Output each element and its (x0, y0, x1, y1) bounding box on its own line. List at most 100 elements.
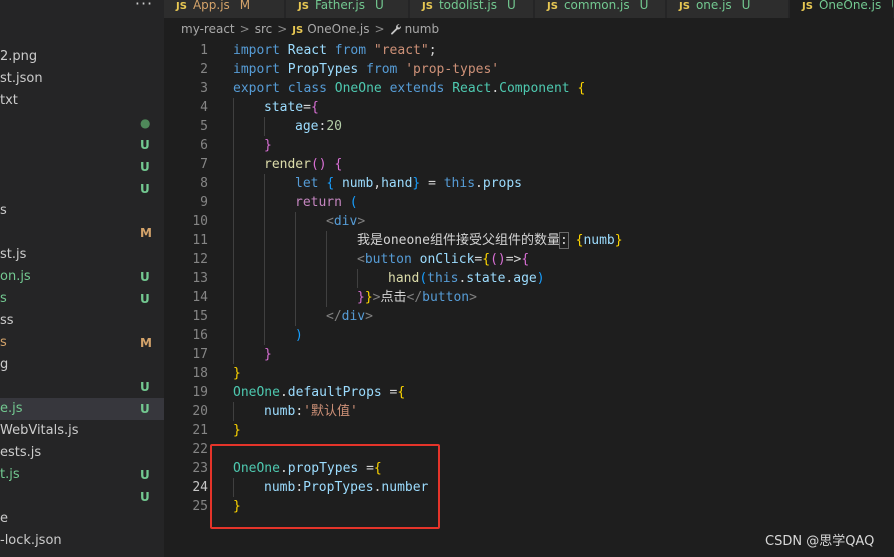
code-line[interactable]: 6} (164, 136, 894, 155)
code-token: ) (295, 328, 303, 343)
file-name: s (0, 335, 7, 350)
explorer-file-item[interactable]: U (0, 486, 164, 508)
line-number: 1 (200, 43, 208, 58)
explorer-file-item[interactable]: sU (0, 288, 164, 310)
explorer-file-item[interactable]: WebVitals.js (0, 420, 164, 442)
code-token: } (233, 366, 241, 381)
file-name: st.json (0, 71, 43, 86)
explorer-file-item[interactable]: ests.js (0, 442, 164, 464)
explorer-file-item[interactable]: st.js (0, 244, 164, 266)
explorer-file-item[interactable]: on.js U (0, 266, 164, 288)
code-line[interactable]: 8 let { numb,hand} = this.props (164, 174, 894, 193)
git-status-badge: U (140, 182, 150, 196)
git-status-badge: U (140, 402, 150, 416)
annotation-highlight-box (210, 444, 440, 529)
indent-guide (295, 212, 296, 231)
code-line[interactable]: 9 return ( (164, 193, 894, 212)
code-line[interactable]: 14}}>点击</button> (164, 288, 894, 307)
indent-guide (264, 174, 265, 193)
code-line[interactable]: 12 <button onClick={()=>{ (164, 250, 894, 269)
explorer-file-item[interactable]: s (0, 200, 164, 222)
code-token: div (341, 309, 366, 324)
explorer-file-item[interactable]: txt (0, 90, 164, 112)
tab-label: OneOne.js (818, 0, 882, 12)
code-line[interactable]: 19 OneOne.defaultProps ={ (164, 383, 894, 402)
explorer-file-item[interactable]: sM (0, 332, 164, 354)
explorer-file-item[interactable]: U (0, 156, 164, 178)
line-number: 24 (192, 480, 208, 495)
code-line[interactable]: 10 <div> (164, 212, 894, 231)
code-text: numb:'默认值' (264, 402, 358, 421)
explorer-file-item[interactable]: U (0, 376, 164, 398)
breadcrumb-symbol[interactable]: numb (405, 22, 440, 36)
breadcrumb-file[interactable]: OneOne.js (307, 22, 369, 36)
code-token: { (334, 157, 343, 172)
code-token: numb (583, 233, 615, 248)
explorer-file-item[interactable]: st.json (0, 68, 164, 90)
explorer-file-item[interactable]: -lock.json (0, 530, 164, 552)
explorer-file-item[interactable]: M (0, 222, 164, 244)
explorer-file-item[interactable]: ss (0, 310, 164, 332)
explorer-file-item[interactable]: e.js U (0, 398, 164, 420)
git-status-badge: U (140, 380, 150, 394)
tab-oneone-js[interactable]: JSOneOne.jsU (790, 0, 894, 18)
indent-guide (233, 250, 234, 269)
code-token: age (295, 119, 319, 134)
explorer-file-item[interactable]: 2.png (0, 46, 164, 68)
breadcrumb-folder[interactable]: src (255, 22, 273, 36)
code-line[interactable]: 11 我是oneone组件接受父组件的数量: {numb} (164, 231, 894, 250)
line-number: 18 (192, 366, 208, 381)
code-line[interactable]: 16) (164, 326, 894, 345)
code-line[interactable]: 13 hand(this.state.age) (164, 269, 894, 288)
js-file-icon: JS (292, 25, 304, 36)
tab-father-js[interactable]: JS Father.js U (286, 0, 409, 18)
tab-todolist-js[interactable]: JS todolist.js U (410, 0, 534, 18)
code-line[interactable]: 5 age:20 (164, 117, 894, 136)
file-name: e.js (0, 401, 23, 416)
wrench-icon (390, 24, 401, 35)
code-line[interactable]: 17} (164, 345, 894, 364)
indent-guide (264, 193, 265, 212)
indent-guide (295, 307, 296, 326)
code-line[interactable]: 3 export class OneOne extends React.Compo… (164, 79, 894, 98)
code-line[interactable]: 20 numb:'默认值' (164, 402, 894, 421)
code-line[interactable]: 1 import React from "react"; (164, 41, 894, 60)
code-line[interactable]: 2 import PropTypes from 'prop-types' (164, 60, 894, 79)
code-token: Component (499, 81, 570, 96)
code-token: props (482, 176, 523, 191)
code-token: } (264, 347, 272, 362)
code-line[interactable]: 15 </div> (164, 307, 894, 326)
code-text: OneOne.defaultProps ={ (233, 383, 405, 402)
code-token: import (233, 43, 280, 58)
breadcrumb-separator: > (277, 22, 288, 36)
code-token: () (490, 252, 506, 267)
code-line[interactable]: 7 render() { (164, 155, 894, 174)
tab-common-js[interactable]: JS common.js U (535, 0, 666, 18)
code-token: < (326, 214, 334, 229)
explorer-file-item[interactable]: t.js U (0, 464, 164, 486)
code-line[interactable]: 4 state={ (164, 98, 894, 117)
tab-one-js[interactable]: JS one.js U (667, 0, 789, 18)
explorer-file-item[interactable]: U (0, 178, 164, 200)
tab-status-badge: M (239, 0, 251, 12)
explorer-file-item[interactable]: e (0, 508, 164, 530)
explorer-file-item[interactable]: ● (0, 112, 164, 134)
indent-guide (326, 288, 327, 307)
more-actions-icon[interactable]: ··· (130, 0, 158, 13)
code-text: ) (295, 326, 303, 345)
tab-app-js[interactable]: JS App.js M (164, 0, 285, 18)
code-token: ; (428, 43, 437, 58)
code-token: onClick (419, 252, 475, 267)
breadcrumb-root[interactable]: my-react (181, 22, 235, 36)
code-token: > (365, 309, 373, 324)
explorer-file-item[interactable]: g (0, 354, 164, 376)
explorer-file-item[interactable]: U (0, 134, 164, 156)
code-line[interactable]: 18} (164, 364, 894, 383)
code-token: 20 (326, 119, 342, 134)
line-number: 17 (192, 347, 208, 362)
code-line[interactable]: 21} (164, 421, 894, 440)
